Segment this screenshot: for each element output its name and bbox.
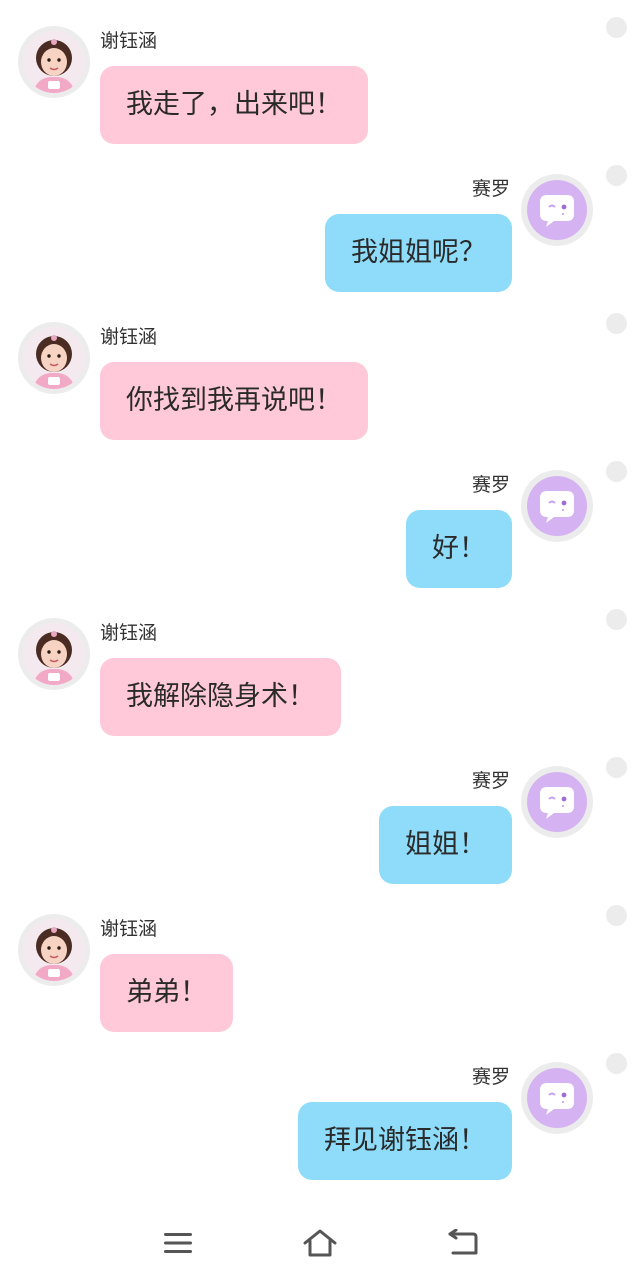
message-bubble[interactable]: 姐姐！ xyxy=(379,806,512,884)
status-dot xyxy=(606,905,627,926)
menu-icon xyxy=(164,1233,192,1253)
status-dot xyxy=(606,461,627,482)
chat-bubble-icon xyxy=(540,787,574,819)
message-bubble[interactable]: 好！ xyxy=(406,510,512,588)
message-row: 赛罗 我姐姐呢？ xyxy=(0,148,640,292)
message-bubble[interactable]: 我姐姐呢？ xyxy=(325,214,512,292)
home-button[interactable] xyxy=(300,1223,340,1263)
system-nav-bar xyxy=(0,1205,640,1279)
avatar[interactable] xyxy=(18,618,90,690)
status-dot xyxy=(606,313,627,334)
chat-thread: 谢钰涵 我走了，出来吧！ 赛罗 我姐姐呢？ 谢钰涵 你找到我再说吧！ 赛罗 好！… xyxy=(0,0,640,1205)
avatar[interactable] xyxy=(521,1062,593,1134)
sender-name: 谢钰涵 xyxy=(100,326,158,348)
sender-name: 赛罗 xyxy=(471,474,510,496)
message-bubble[interactable]: 我走了，出来吧！ xyxy=(100,66,368,144)
message-bubble[interactable]: 我解除隐身术！ xyxy=(100,658,341,736)
message-bubble[interactable]: 弟弟！ xyxy=(100,954,233,1032)
girl-avatar-icon xyxy=(23,31,85,93)
status-dot xyxy=(606,757,627,778)
status-dot xyxy=(606,165,627,186)
girl-avatar-icon xyxy=(23,327,85,389)
avatar[interactable] xyxy=(521,174,593,246)
avatar[interactable] xyxy=(521,766,593,838)
back-icon xyxy=(448,1229,478,1255)
message-row: 赛罗 姐姐！ xyxy=(0,740,640,884)
avatar[interactable] xyxy=(521,470,593,542)
avatar[interactable] xyxy=(18,914,90,986)
sender-name: 赛罗 xyxy=(471,770,510,792)
message-row: 谢钰涵 弟弟！ xyxy=(0,888,640,1032)
message-row: 赛罗 拜见谢钰涵！ xyxy=(0,1036,640,1180)
message-row: 谢钰涵 你找到我再说吧！ xyxy=(0,296,640,440)
girl-avatar-icon xyxy=(23,623,85,685)
girl-avatar-icon xyxy=(23,919,85,981)
avatar[interactable] xyxy=(18,26,90,98)
chat-bubble-icon xyxy=(540,195,574,227)
sender-name: 谢钰涵 xyxy=(100,918,158,940)
avatar[interactable] xyxy=(18,322,90,394)
message-bubble[interactable]: 拜见谢钰涵！ xyxy=(298,1102,512,1180)
message-row: 谢钰涵 我走了，出来吧！ xyxy=(0,0,640,144)
message-row: 谢钰涵 我解除隐身术！ xyxy=(0,592,640,736)
sender-name: 谢钰涵 xyxy=(100,622,158,644)
status-dot xyxy=(606,609,627,630)
menu-button[interactable] xyxy=(158,1223,198,1263)
back-button[interactable] xyxy=(443,1223,483,1263)
message-row: 赛罗 好！ xyxy=(0,444,640,588)
sender-name: 谢钰涵 xyxy=(100,30,158,52)
chat-bubble-icon xyxy=(540,491,574,523)
message-bubble[interactable]: 你找到我再说吧！ xyxy=(100,362,368,440)
home-icon xyxy=(303,1229,337,1257)
chat-bubble-icon xyxy=(540,1083,574,1115)
status-dot xyxy=(606,17,627,38)
sender-name: 赛罗 xyxy=(471,178,510,200)
sender-name: 赛罗 xyxy=(471,1066,510,1088)
status-dot xyxy=(606,1053,627,1074)
